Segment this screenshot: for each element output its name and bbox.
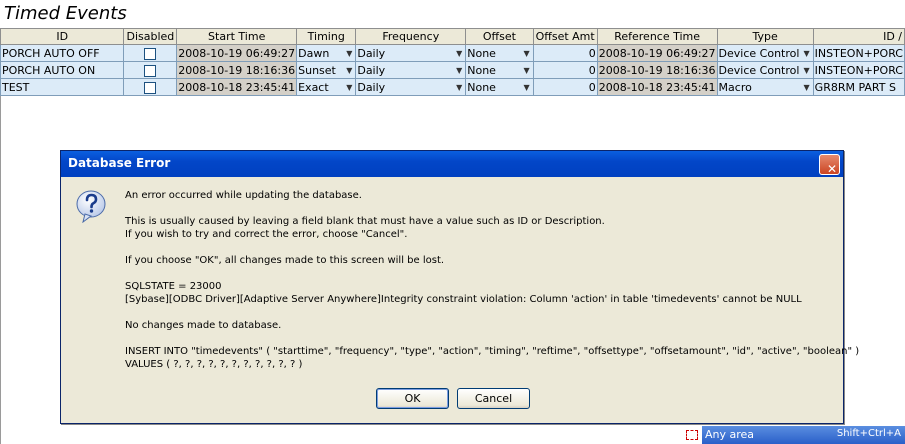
cell-disabled[interactable] <box>123 44 178 62</box>
sql-statement-line: INSERT INTO "timedevents" ( "starttime",… <box>125 346 860 357</box>
type-value: Device Control <box>718 63 800 77</box>
screen-capture-hint[interactable]: Any area Shift+Ctrl+A <box>686 426 905 444</box>
dialog-title: Database Error <box>68 156 171 170</box>
col-header-frequency[interactable]: Frequency <box>355 28 467 45</box>
offset-value: None <box>467 63 496 77</box>
chevron-down-icon[interactable]: ▼ <box>523 49 531 58</box>
col-header-disabled[interactable]: Disabled <box>123 28 178 45</box>
cell-offset-amt[interactable]: 0 <box>532 44 598 62</box>
col-header-reference-time[interactable]: Reference Time <box>596 28 718 45</box>
close-icon: ✕ <box>827 162 838 176</box>
chevron-down-icon[interactable]: ▼ <box>456 66 464 75</box>
cell-start-time[interactable]: 2008-10-18 23:45:41 <box>176 78 298 96</box>
chevron-down-icon[interactable]: ▼ <box>346 83 354 92</box>
cell-timing[interactable]: Dawn ▼ <box>296 44 357 62</box>
offset-value: None <box>467 80 496 94</box>
type-value: Macro <box>718 80 752 94</box>
capture-area-icon <box>686 430 698 440</box>
message-line: If you wish to try and correct the error… <box>125 229 408 240</box>
type-value: Device Control <box>718 46 800 60</box>
cell-reference-time[interactable]: 2008-10-18 23:45:41 <box>596 78 718 96</box>
col-header-timing[interactable]: Timing <box>296 28 357 45</box>
cell-action-id[interactable]: INSTEON+PORC <box>812 61 905 79</box>
error-message: An error occurred while updating the dat… <box>125 189 860 371</box>
cell-frequency[interactable]: Daily ▼ <box>355 78 467 96</box>
database-error-dialog: Database Error ✕ An error occurred while… <box>60 150 860 424</box>
disabled-checkbox[interactable] <box>144 47 157 60</box>
cell-offset-amt[interactable]: 0 <box>532 61 598 79</box>
frequency-value: Daily <box>357 63 386 77</box>
cell-id[interactable]: TEST <box>0 78 125 96</box>
cell-frequency[interactable]: Daily ▼ <box>355 61 467 79</box>
chevron-down-icon[interactable]: ▼ <box>456 49 464 58</box>
col-header-id[interactable]: ID <box>0 28 125 45</box>
chevron-down-icon[interactable]: ▼ <box>804 49 812 58</box>
col-header-start-time[interactable]: Start Time <box>176 28 298 45</box>
cell-start-time[interactable]: 2008-10-19 06:49:27 <box>176 44 298 62</box>
chevron-down-icon[interactable]: ▼ <box>523 83 531 92</box>
frequency-value: Daily <box>357 46 386 60</box>
disabled-checkbox[interactable] <box>144 64 157 77</box>
chevron-down-icon[interactable]: ▼ <box>346 66 354 75</box>
col-header-offset-amt[interactable]: Offset Amt <box>532 28 598 45</box>
question-icon <box>76 190 106 223</box>
cell-offset[interactable]: None ▼ <box>465 61 534 79</box>
close-button[interactable]: ✕ <box>819 154 840 176</box>
chevron-down-icon[interactable]: ▼ <box>804 66 812 75</box>
grid-header-row: ID Disabled Start Time Timing Frequency … <box>0 28 905 45</box>
sql-values-line: VALUES ( ?, ?, ?, ?, ?, ?, ?, ?, ?, ?, ?… <box>125 359 303 370</box>
cell-timing[interactable]: Sunset ▼ <box>296 61 357 79</box>
table-row[interactable]: PORCH AUTO ON 2008-10-19 18:16:36 Sunset… <box>0 61 905 79</box>
message-line: This is usually caused by leaving a fiel… <box>125 216 605 227</box>
cell-id[interactable]: PORCH AUTO ON <box>0 61 125 79</box>
cancel-button[interactable]: Cancel <box>457 388 530 409</box>
cell-offset[interactable]: None ▼ <box>465 78 534 96</box>
disabled-checkbox[interactable] <box>144 81 157 94</box>
cell-action-id[interactable]: INSTEON+PORC <box>812 44 905 62</box>
timing-value: Dawn <box>298 46 330 60</box>
timing-value: Exact <box>298 80 329 94</box>
cell-reference-time[interactable]: 2008-10-19 06:49:27 <box>596 44 718 62</box>
col-header-type[interactable]: Type <box>716 28 814 45</box>
window-title-bar: Timed Events <box>0 0 905 28</box>
table-row[interactable]: PORCH AUTO OFF 2008-10-19 06:49:27 Dawn ▼… <box>0 44 905 62</box>
message-line: If you choose "OK", all changes made to … <box>125 255 445 266</box>
chevron-down-icon[interactable]: ▼ <box>804 83 812 92</box>
col-header-action-id[interactable]: ID / <box>812 28 905 45</box>
cell-start-time[interactable]: 2008-10-19 18:16:36 <box>176 61 298 79</box>
cell-type[interactable]: Macro ▼ <box>716 78 814 96</box>
ok-button[interactable]: OK <box>376 388 449 409</box>
chevron-down-icon[interactable]: ▼ <box>456 83 464 92</box>
timed-events-grid: ID Disabled Start Time Timing Frequency … <box>0 28 905 96</box>
frequency-value: Daily <box>357 80 386 94</box>
dialog-title-bar[interactable]: Database Error ✕ <box>61 151 843 177</box>
cell-disabled[interactable] <box>123 78 178 96</box>
capture-hint-shortcut: Shift+Ctrl+A <box>836 428 901 439</box>
offset-value: None <box>467 46 496 60</box>
message-line: An error occurred while updating the dat… <box>125 190 362 201</box>
odbc-error-line: [Sybase][ODBC Driver][Adaptive Server An… <box>125 294 802 305</box>
cell-offset-amt[interactable]: 0 <box>532 78 598 96</box>
col-header-offset[interactable]: Offset <box>465 28 534 45</box>
cell-action-id[interactable]: GR8RM PART S <box>812 78 905 96</box>
cell-id[interactable]: PORCH AUTO OFF <box>0 44 125 62</box>
cell-disabled[interactable] <box>123 61 178 79</box>
message-line: No changes made to database. <box>125 320 282 331</box>
cell-frequency[interactable]: Daily ▼ <box>355 44 467 62</box>
timing-value: Sunset <box>298 63 336 77</box>
table-row[interactable]: TEST 2008-10-18 23:45:41 Exact ▼ Daily ▼ N… <box>0 78 905 96</box>
capture-hint-label: Any area <box>705 428 755 441</box>
chevron-down-icon[interactable]: ▼ <box>523 66 531 75</box>
window-title: Timed Events <box>4 3 127 24</box>
cell-offset[interactable]: None ▼ <box>465 44 534 62</box>
capture-hint-bar[interactable]: Any area Shift+Ctrl+A <box>702 426 905 444</box>
cell-type[interactable]: Device Control ▼ <box>716 44 814 62</box>
sqlstate-line: SQLSTATE = 23000 <box>125 281 222 292</box>
chevron-down-icon[interactable]: ▼ <box>346 49 354 58</box>
cell-timing[interactable]: Exact ▼ <box>296 78 357 96</box>
cell-type[interactable]: Device Control ▼ <box>716 61 814 79</box>
cell-reference-time[interactable]: 2008-10-19 18:16:36 <box>596 61 718 79</box>
